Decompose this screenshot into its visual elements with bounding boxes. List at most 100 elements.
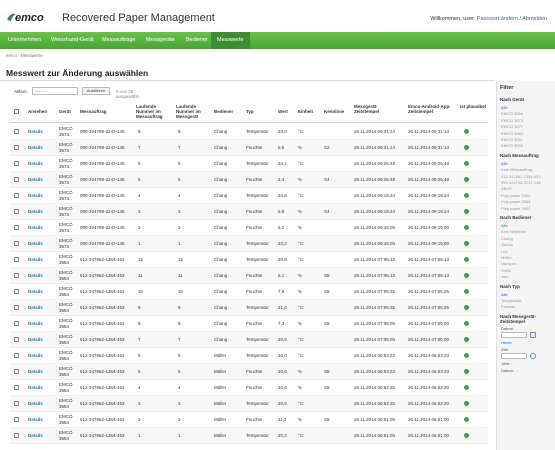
filter-option[interactable]: 512-347862-1354-453 (501, 174, 541, 179)
row-checkbox[interactable] (14, 321, 19, 326)
col-messauftrag[interactable]: Messauftrag (80, 109, 107, 114)
row-checkbox[interactable] (14, 257, 19, 262)
row-checkbox[interactable] (14, 289, 19, 294)
details-link[interactable]: Details (28, 241, 43, 246)
row-checkbox[interactable] (14, 161, 19, 166)
details-link[interactable]: Details (28, 193, 43, 198)
row-checkbox[interactable] (14, 209, 19, 214)
row-checkbox[interactable] (14, 193, 19, 198)
filter-option[interactable]: Kein Bediener (501, 229, 526, 234)
details-link[interactable]: Details (28, 161, 43, 166)
row-checkbox[interactable] (14, 241, 19, 246)
col-lfd-nr-auftrag[interactable]: Laufende Nummer im Messauftrag (136, 104, 170, 119)
filter-option[interactable]: EMCO 3573 (501, 118, 523, 123)
execute-action-button[interactable]: Ausführen (82, 87, 110, 95)
col-ansehen[interactable]: Ansehen (28, 109, 47, 114)
nav-weisshand-geraet[interactable]: Weisshand-Gerät (45, 32, 100, 49)
details-link[interactable]: Details (28, 321, 43, 326)
col-kennlinie[interactable]: Kennlinie (324, 109, 344, 114)
clock-icon[interactable] (530, 352, 536, 359)
col-messgeraet-zeitstempel[interactable]: Messgerät-Zeitstempel (354, 104, 398, 114)
col-einheit[interactable]: Einheit (298, 109, 313, 114)
filter-option[interactable]: Alle (501, 292, 508, 297)
col-typ[interactable]: Typ (246, 109, 254, 114)
details-link[interactable]: Details (28, 417, 43, 422)
details-link[interactable]: Details (28, 225, 43, 230)
filter-option[interactable]: Pulp paper 7922 (501, 206, 530, 211)
row-checkbox[interactable] (14, 305, 19, 310)
filter-option[interactable]: Alle (501, 105, 508, 110)
row-checkbox[interactable] (14, 273, 19, 278)
filter-option[interactable]: Garcia (501, 242, 513, 247)
col-wert[interactable]: Wert (278, 109, 288, 114)
filter-option[interactable]: Alle (501, 223, 508, 228)
details-link[interactable]: Details (28, 433, 43, 438)
filter-option[interactable]: Smith (501, 268, 511, 273)
row-checkbox[interactable] (14, 385, 19, 390)
filter-option[interactable]: Lee (501, 249, 508, 254)
row-checkbox[interactable] (14, 369, 19, 374)
nav-messauftraege[interactable]: Messaufträge (96, 32, 141, 49)
details-link[interactable]: Details (28, 209, 43, 214)
details-link[interactable]: Details (28, 273, 43, 278)
row-checkbox[interactable] (14, 337, 19, 342)
calendar-icon[interactable] (530, 331, 536, 338)
col-lfd-nr-geraet[interactable]: Laufende Nummer im Messgerät (176, 104, 206, 119)
row-checkbox[interactable] (14, 433, 19, 438)
now-link[interactable]: Jetzt (501, 361, 509, 366)
row-checkbox[interactable] (14, 353, 19, 358)
nav-messwerte[interactable]: Messwerte (211, 32, 250, 49)
cell-operator: Chang (214, 177, 228, 182)
row-checkbox[interactable] (14, 225, 19, 230)
row-checkbox[interactable] (14, 145, 19, 150)
row-checkbox[interactable] (14, 129, 19, 134)
action-select[interactable]: --------- (32, 87, 78, 95)
filter-option[interactable]: Chang (501, 236, 513, 241)
filter-option[interactable]: Müller (501, 255, 512, 260)
filter-option[interactable]: Pulp paper 1304 (501, 193, 530, 198)
today-link[interactable]: Heute (501, 340, 512, 345)
filter-option[interactable]: EMCO 3592 (501, 143, 523, 148)
filter-option[interactable]: ABVC (501, 186, 512, 191)
details-link[interactable]: Details (28, 257, 43, 262)
col-ist-plausibel[interactable]: Ist plausibel (460, 104, 486, 109)
filter-option[interactable]: Alle (501, 161, 508, 166)
filter-option[interactable]: Narayan (501, 261, 516, 266)
filter-option[interactable]: Pulp paper 3564 (501, 199, 530, 204)
select-all-checkbox[interactable] (14, 109, 19, 114)
filter-option[interactable]: EMCO 3584 (501, 131, 523, 136)
breadcrumb[interactable]: emco › Messwerte (6, 53, 43, 58)
filter-option[interactable]: EMCO 3591 (501, 137, 523, 142)
time-input[interactable] (501, 352, 527, 359)
filter-option[interactable]: Temperatur (501, 298, 521, 303)
nav-messgeraete[interactable]: Messgeräte (140, 32, 181, 49)
details-link[interactable]: Details (28, 129, 43, 134)
date-input[interactable] (501, 331, 527, 338)
filter-option[interactable]: Kein Messauftrag (501, 167, 532, 172)
details-link[interactable]: Details (28, 369, 43, 374)
filter-option[interactable]: EMCO 3566 (501, 111, 523, 116)
col-bediener[interactable]: Bediener (214, 109, 233, 114)
filter-option[interactable]: user (501, 274, 509, 279)
col-geraet[interactable]: Gerät (59, 109, 71, 114)
cell-nr-device: 8 (178, 321, 181, 326)
col-app-zeitstempel[interactable]: Emco-Android-App-Zeitstempel (408, 104, 454, 114)
details-link[interactable]: Details (28, 145, 43, 150)
row-checkbox[interactable] (14, 177, 19, 182)
row-checkbox[interactable] (14, 417, 19, 422)
details-link[interactable]: Details (28, 401, 43, 406)
details-link[interactable]: Details (28, 337, 43, 342)
nav-unternehmen[interactable]: Unternehmen (2, 32, 47, 49)
details-link[interactable]: Details (28, 177, 43, 182)
details-link[interactable]: Details (28, 353, 43, 358)
filter-option[interactable]: EMCO 3577 (501, 124, 523, 129)
nav-bediener[interactable]: Bediener (180, 32, 214, 49)
change-password-link[interactable]: Passwort ändern (477, 16, 518, 22)
logout-link[interactable]: Abmelden (522, 16, 547, 22)
details-link[interactable]: Details (28, 385, 43, 390)
row-checkbox[interactable] (14, 401, 19, 406)
filter-option[interactable]: 090-324798-3247-146 (501, 180, 541, 185)
filter-option[interactable]: Feuchte (501, 304, 515, 309)
details-link[interactable]: Details (28, 305, 43, 310)
details-link[interactable]: Details (28, 289, 43, 294)
